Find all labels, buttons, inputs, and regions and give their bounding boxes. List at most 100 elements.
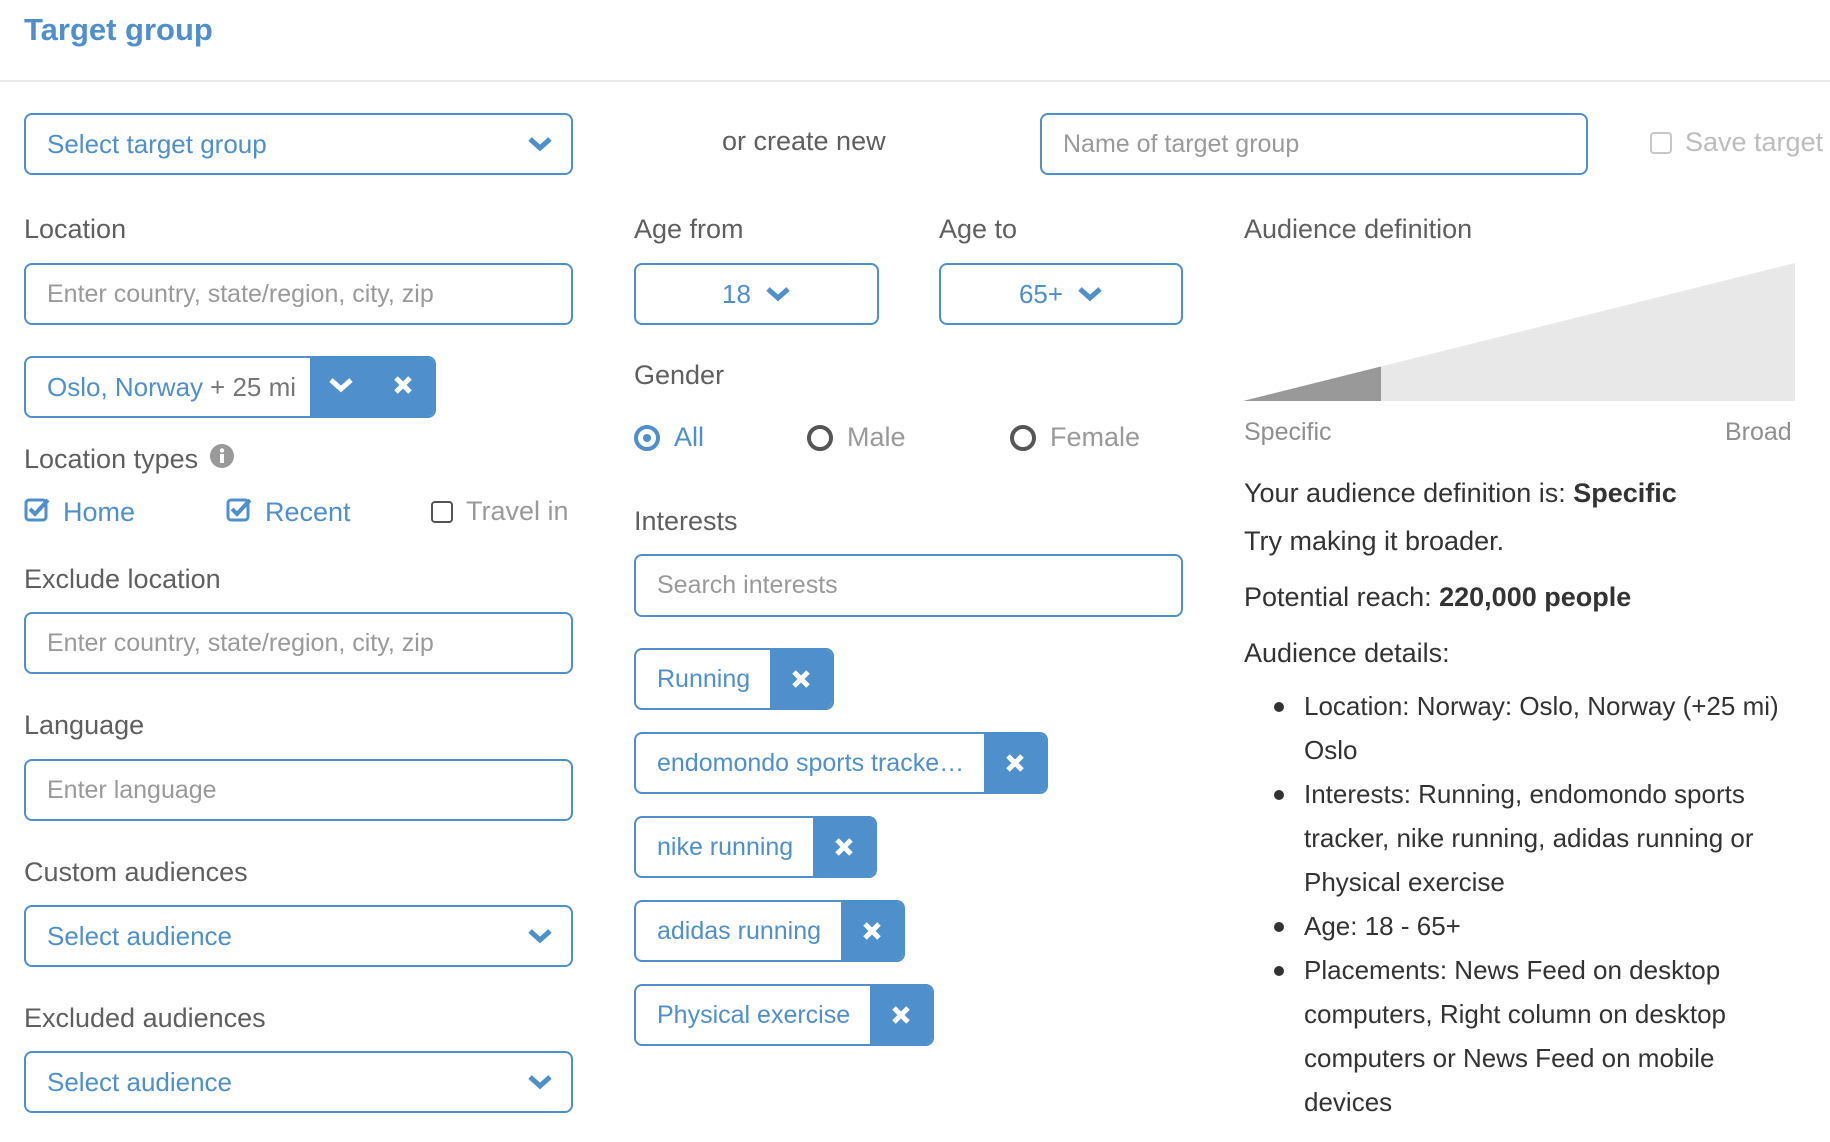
audience-detail-item: Age: 18 - 65+ [1244, 904, 1800, 948]
gauge-max-label: Broad [1725, 418, 1792, 446]
target-group-name-input[interactable]: Name of target group [1040, 113, 1588, 175]
location-tag: Oslo, Norway + 25 mi [24, 356, 436, 418]
custom-audiences-label: Custom audiences [24, 857, 248, 887]
save-target-label: Save target [1685, 127, 1824, 157]
gender-label: Gender [634, 360, 725, 390]
gender-option-label: All [674, 422, 705, 452]
custom-audiences-select[interactable]: Select audience [24, 905, 573, 967]
interest-remove-button[interactable] [870, 986, 933, 1044]
interest-tag: nike running [634, 816, 878, 878]
definition-statement: Your audience definition is: Specific [1244, 478, 1677, 509]
chevron-down-icon [527, 926, 553, 946]
age-from-label: Age from [634, 214, 744, 244]
chevron-down-icon [527, 134, 553, 154]
radio-empty-icon [807, 424, 833, 451]
gender-option-female[interactable]: Female [1010, 422, 1140, 453]
location-type-travel-in[interactable]: Travel in [431, 496, 569, 527]
interest-tag: Physical exercise [634, 984, 935, 1046]
age-to-select[interactable]: 65+ [939, 263, 1183, 325]
definition-hint: Try making it broader. [1244, 526, 1505, 556]
age-to-value: 65+ [1018, 278, 1064, 309]
excluded-audiences-select[interactable]: Select audience [24, 1051, 573, 1113]
audience-definition-label: Audience definition [1244, 214, 1473, 244]
audience-detail-item: Placements: News Feed on desktop compute… [1244, 948, 1800, 1124]
save-target-checkbox[interactable]: Save target [1650, 127, 1823, 158]
gender-option-label: Female [1050, 422, 1141, 452]
checkbox-checked-icon [226, 496, 252, 529]
gauge-fill [1243, 366, 1381, 401]
location-type-home[interactable]: Home [24, 496, 135, 529]
chevron-down-icon [328, 375, 354, 400]
chevron-down-icon [527, 1072, 553, 1092]
interests-search-input[interactable]: Search interests [634, 554, 1183, 617]
interest-tag-label: endomondo sports tracke… [657, 748, 965, 777]
interest-remove-button[interactable] [841, 902, 904, 960]
checkbox-empty-icon [431, 500, 453, 523]
reach-value: 220,000 people [1439, 582, 1632, 612]
close-icon [1006, 754, 1024, 772]
audience-details-list: Location: Norway: Oslo, Norway (+25 mi) … [1244, 684, 1800, 1124]
custom-audiences-value: Select audience [47, 920, 233, 951]
definition-prefix: Your audience definition is: [1244, 478, 1574, 508]
audience-gauge [1243, 263, 1795, 401]
close-icon [892, 1006, 910, 1024]
location-input[interactable]: Enter country, state/region, city, zip [24, 263, 573, 325]
excluded-audiences-value: Select audience [47, 1066, 233, 1097]
gender-option-male[interactable]: Male [807, 422, 906, 453]
interest-tag: adidas running [634, 900, 906, 962]
checkbox-empty-icon [1650, 131, 1672, 154]
location-types-label-row: Location types [24, 444, 235, 475]
close-icon [863, 922, 881, 940]
audience-detail-item: Interests: Running, endomondo sports tra… [1244, 772, 1800, 904]
chevron-down-icon [765, 284, 791, 304]
target-group-select-value: Select target group [47, 128, 267, 159]
interest-tag-label: adidas running [657, 916, 822, 945]
excluded-audiences-label: Excluded audiences [24, 1003, 266, 1033]
gender-option-all[interactable]: All [634, 422, 704, 453]
interest-remove-button[interactable] [984, 734, 1047, 792]
exclude-location-input[interactable]: Enter country, state/region, city, zip [24, 612, 573, 674]
audience-detail-item: Location: Norway: Oslo, Norway (+25 mi) … [1244, 684, 1800, 772]
location-radius-dropdown-button[interactable] [310, 358, 372, 416]
exclude-location-label: Exclude location [24, 564, 221, 594]
age-from-select[interactable]: 18 [634, 263, 879, 325]
age-from-value: 18 [722, 278, 751, 309]
close-icon [393, 375, 413, 400]
location-types-label: Location types [24, 444, 199, 474]
location-remove-button[interactable] [372, 358, 434, 416]
close-icon [792, 670, 810, 688]
location-type-label: Recent [265, 497, 351, 527]
audience-details-label: Audience details: [1244, 638, 1450, 668]
interest-remove-button[interactable] [770, 650, 833, 708]
info-circle-icon[interactable] [210, 444, 235, 475]
location-type-recent[interactable]: Recent [226, 496, 351, 529]
interest-tag-label: Physical exercise [657, 1000, 851, 1029]
location-radius: + 25 mi [210, 371, 297, 402]
radio-selected-icon [634, 424, 660, 451]
header-divider [0, 80, 1830, 82]
location-type-label: Travel in [466, 496, 569, 526]
close-icon [835, 838, 853, 856]
language-input[interactable]: Enter language [24, 759, 573, 821]
age-to-label: Age to [939, 214, 1018, 244]
gauge-min-label: Specific [1244, 418, 1332, 446]
target-group-select[interactable]: Select target group [24, 113, 573, 175]
location-place: Oslo, Norway [47, 371, 204, 402]
interests-label: Interests [634, 506, 738, 536]
interest-tag: endomondo sports tracke… [634, 732, 1049, 794]
radio-empty-icon [1010, 424, 1036, 451]
language-label: Language [24, 710, 145, 740]
location-label: Location [24, 214, 127, 244]
chevron-down-icon [1077, 284, 1103, 304]
interest-tag-label: Running [657, 664, 751, 693]
location-type-label: Home [63, 497, 136, 527]
page-title: Target group [24, 12, 213, 47]
gender-option-label: Male [847, 422, 906, 452]
or-create-new-text: or create new [722, 126, 886, 156]
potential-reach: Potential reach: 220,000 people [1244, 582, 1631, 613]
reach-prefix: Potential reach: [1244, 582, 1440, 612]
definition-value: Specific [1573, 478, 1677, 508]
interest-remove-button[interactable] [813, 818, 876, 876]
interest-tag: Running [634, 648, 835, 710]
interest-tag-label: nike running [657, 832, 794, 861]
